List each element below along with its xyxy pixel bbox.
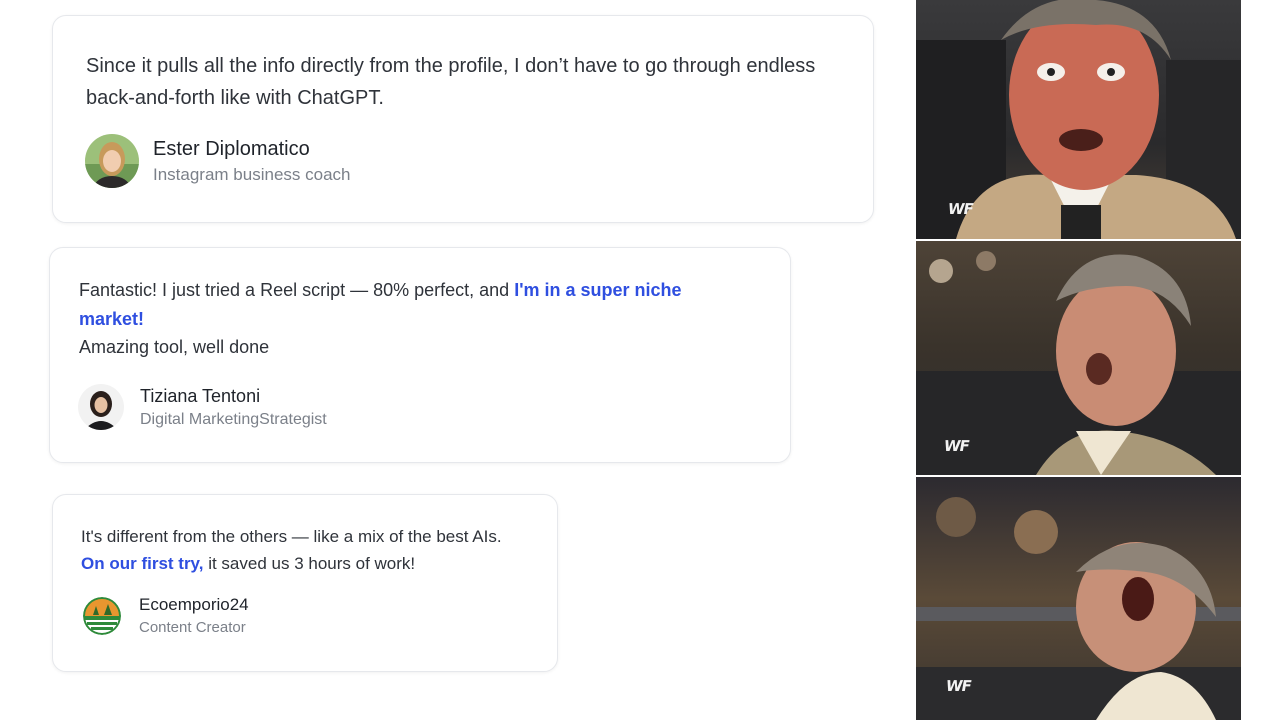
author-role: Instagram business coach: [153, 164, 351, 184]
testimonial-quote: Since it pulls all the info directly fro…: [86, 55, 816, 109]
testimonial-author: Ester Diplomatico Instagram business coa…: [85, 134, 351, 188]
quote-text: It's different from the others — like a …: [81, 527, 502, 546]
quote-text-end: it saved us 3 hours of work!: [203, 554, 416, 573]
wwf-logo: WF: [942, 437, 971, 455]
meme-frame-ecstatic: WF: [916, 477, 1241, 720]
testimonial-author: Tiziana Tentoni Digital MarketingStrateg…: [78, 384, 327, 430]
author-role: Digital MarketingStrategist: [140, 410, 327, 428]
testimonial-card-tiziana: Fantastic! I just tried a Reel script — …: [49, 247, 791, 463]
author-name: Ester Diplomatico: [153, 137, 310, 160]
quote-highlight: On our first try,: [81, 554, 204, 573]
wwf-logo: WF: [946, 200, 975, 218]
quote-text-line2: Amazing tool, well done: [79, 337, 270, 357]
author-name: Tiziana Tentoni: [140, 385, 261, 406]
avatar: [85, 134, 139, 188]
author-name: Ecoemporio24: [139, 595, 249, 614]
testimonial-quote: Fantastic! I just tried a Reel script — …: [79, 276, 749, 362]
wwf-logo: WF: [944, 677, 973, 695]
testimonial-card-ester: Since it pulls all the info directly fro…: [52, 15, 874, 223]
testimonial-card-ecoemporio: It's different from the others — like a …: [52, 494, 558, 672]
testimonial-quote: It's different from the others — like a …: [81, 523, 521, 577]
meme-frame-excited: WF: [916, 241, 1241, 475]
logo-avatar: [83, 596, 121, 635]
author-role: Content Creator: [139, 619, 246, 636]
quote-text: Fantastic! I just tried a Reel script — …: [79, 280, 515, 300]
avatar: [78, 384, 124, 430]
testimonial-author: Ecoemporio24 Content Creator: [83, 595, 249, 636]
meme-frame-surprised: WF: [916, 0, 1241, 239]
